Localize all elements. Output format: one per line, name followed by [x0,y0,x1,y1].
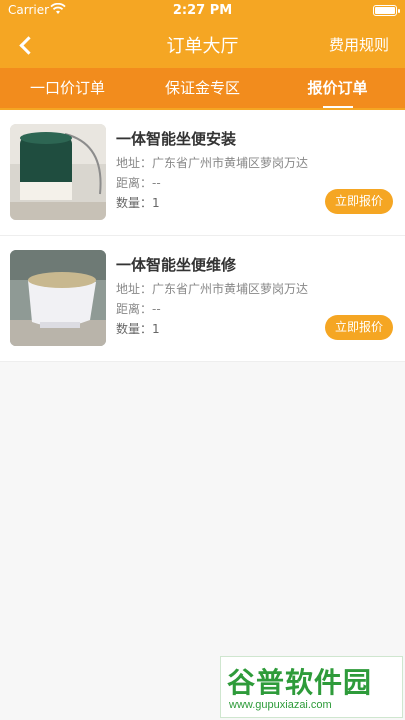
clock: 2:27 PM [172,3,233,18]
quote-now-button[interactable]: 立即报价 [324,315,393,340]
tab-quote-orders[interactable]: 报价订单 [270,68,405,108]
order-address: 地址：广东省广州市黄埔区萝岗万达 [116,156,309,170]
nav-bar: 订单大厅 费用规则 [0,22,405,66]
fee-rules-button[interactable]: 费用规则 [329,34,389,55]
order-title: 一体智能坐便安装 [116,130,237,148]
order-image [10,250,106,346]
tab-deposit-zone[interactable]: 保证金专区 [135,68,270,108]
order-title: 一体智能坐便维修 [116,256,237,274]
quote-now-button[interactable]: 立即报价 [324,189,393,214]
status-bar: Carrier 2:27 PM [0,0,405,22]
order-image [10,124,106,220]
order-card[interactable]: 一体智能坐便维修 地址：广东省广州市黄埔区萝岗万达 距离：-- 数量：1 立即报… [0,236,405,362]
tab-bar: 一口价订单 保证金专区 报价订单 [0,68,405,108]
order-list: 一体智能坐便安装 地址：广东省广州市黄埔区萝岗万达 距离：-- 数量：1 立即报… [0,110,405,362]
battery-icon [373,5,400,16]
watermark-url: www.gupuxiazai.com [229,699,332,711]
order-address: 地址：广东省广州市黄埔区萝岗万达 [116,282,309,296]
header: Carrier 2:27 PM 订单大厅 费用规则 一口价订单 保证金专区 报价… [0,0,405,110]
tab-fixed-price[interactable]: 一口价订单 [0,68,135,108]
order-card[interactable]: 一体智能坐便安装 地址：广东省广州市黄埔区萝岗万达 距离：-- 数量：1 立即报… [0,110,405,236]
watermark-logo: 谷普软件园 www.gupuxiazai.com [220,656,403,718]
watermark-text: 谷普软件园 [227,666,373,699]
